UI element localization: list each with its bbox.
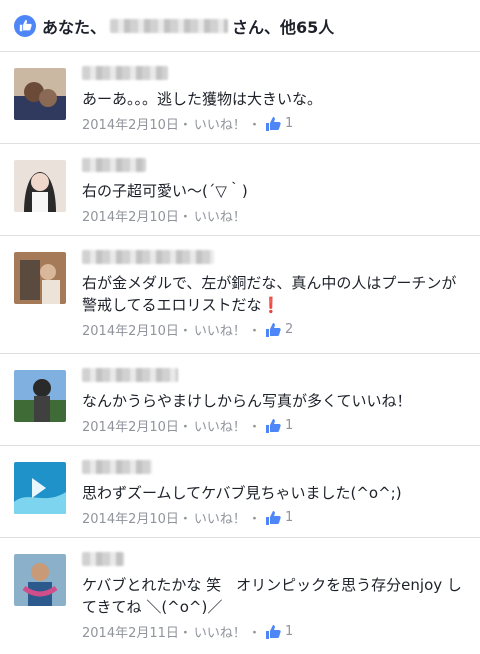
blurred-name [82, 158, 146, 172]
comment-item: 思わずズームしてケバブ見ちゃいました(^o^;) 2014年2月10日 ・ いい… [0, 446, 480, 538]
comment-meta: 2014年2月10日 ・ いいね！ ・ 2 [82, 320, 294, 339]
like-count: 1 [284, 624, 294, 639]
thumbs-up-icon[interactable] [265, 510, 281, 526]
comment-date[interactable]: 2014年2月10日 [82, 114, 179, 133]
comment-meta: 2014年2月10日 ・ いいね！ ・ 1 [82, 114, 294, 133]
comment-text: 右の子超可愛い〜(´▽｀) [82, 182, 248, 200]
like-link[interactable]: いいね！ [194, 206, 246, 225]
avatar[interactable] [14, 370, 66, 422]
comment-meta: 2014年2月10日 ・ いいね！ [82, 206, 466, 225]
comment-meta: 2014年2月10日 ・ いいね！ ・ 1 [82, 416, 294, 435]
likes-summary-text: あなた、 さん、他65人 [42, 14, 334, 38]
avatar[interactable] [14, 252, 66, 304]
like-count: 1 [284, 116, 294, 131]
thumbs-up-icon[interactable] [265, 624, 281, 640]
blurred-name [82, 460, 152, 474]
comment-item: あーあ。。。逃した獲物は大きいな。 2014年2月10日 ・ いいね！ ・ 1 [0, 52, 480, 144]
like-count: 1 [284, 510, 294, 525]
comment-text: 思わずズームしてケバブ見ちゃいました(^o^;) [82, 484, 402, 502]
comment-date[interactable]: 2014年2月11日 [82, 622, 179, 641]
blurred-name [82, 250, 214, 264]
thumbs-up-icon[interactable] [265, 418, 281, 434]
comment-date[interactable]: 2014年2月10日 [82, 206, 179, 225]
likes-suffix: さん、他65人 [232, 17, 335, 37]
likes-prefix: あなた、 [42, 17, 107, 37]
thumbs-up-icon[interactable] [265, 116, 281, 132]
blurred-name [82, 368, 178, 382]
exclamation-emoji: ❗ [261, 296, 281, 314]
comment-date[interactable]: 2014年2月10日 [82, 508, 179, 527]
comment-date[interactable]: 2014年2月10日 [82, 416, 179, 435]
comment-item: なんかうらやまけしからん写真が多くていいね！ 2014年2月10日 ・ いいね！… [0, 354, 480, 446]
like-link[interactable]: いいね！ [194, 320, 246, 339]
comment-item: 右の子超可愛い〜(´▽｀) 2014年2月10日 ・ いいね！ [0, 144, 480, 236]
likes-summary[interactable]: あなた、 さん、他65人 [0, 0, 480, 52]
comment-text: ケバブとれたかな 笑 オリンピックを思う存分enjoy してきてね ＼(^o^)… [82, 576, 462, 616]
comment-meta: 2014年2月11日 ・ いいね！ ・ 1 [82, 622, 294, 641]
avatar[interactable] [14, 68, 66, 120]
comment-date[interactable]: 2014年2月10日 [82, 320, 179, 339]
avatar[interactable] [14, 462, 66, 514]
like-link[interactable]: いいね！ [194, 622, 246, 641]
blurred-name [82, 552, 124, 566]
avatar[interactable] [14, 160, 66, 212]
like-badge-icon [14, 14, 36, 37]
like-link[interactable]: いいね！ [194, 508, 246, 527]
comment-text: なんかうらやまけしからん写真が多くていいね！ [82, 392, 412, 410]
blurred-name [110, 18, 229, 33]
like-count: 1 [284, 418, 294, 433]
comment-text: あーあ。。。逃した獲物は大きいな。 [82, 90, 323, 108]
comment-item: 右が金メダルで、左が銅だな、真ん中の人はプーチンが警戒してるエロリストだな❗ 2… [0, 236, 480, 354]
like-link[interactable]: いいね！ [194, 114, 246, 133]
thumbs-up-icon[interactable] [265, 322, 281, 338]
blurred-name [82, 66, 168, 80]
comment-text: 右が金メダルで、左が銅だな、真ん中の人はプーチンが警戒してるエロリストだな❗ [82, 274, 457, 314]
like-count: 2 [284, 322, 294, 337]
comment-meta: 2014年2月10日 ・ いいね！ ・ 1 [82, 508, 294, 527]
comment-item: ケバブとれたかな 笑 オリンピックを思う存分enjoy してきてね ＼(^o^)… [0, 538, 480, 654]
avatar[interactable] [14, 554, 66, 606]
like-link[interactable]: いいね！ [194, 416, 246, 435]
